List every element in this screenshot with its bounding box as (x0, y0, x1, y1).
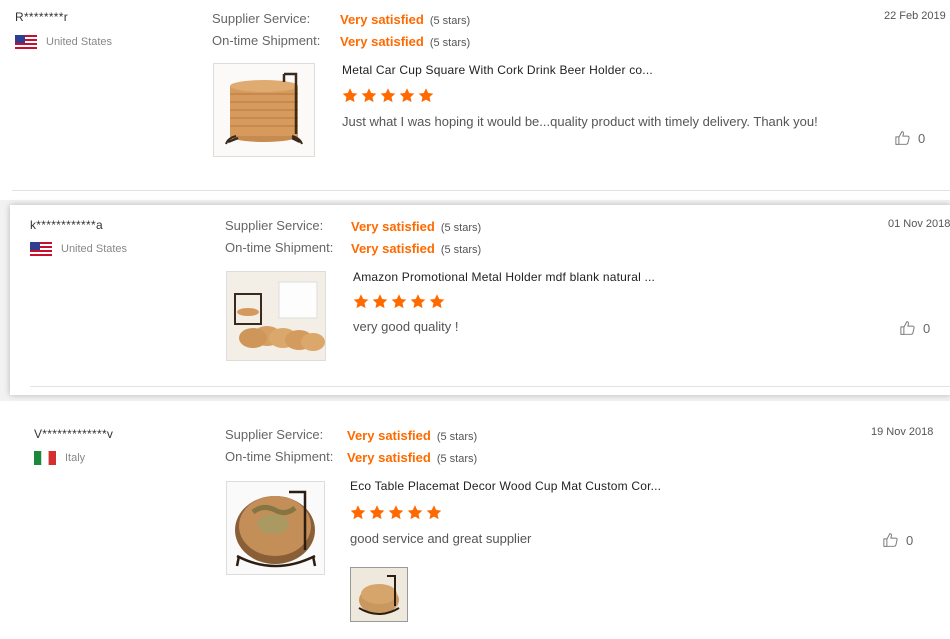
supplier-service-rating: Very satisfied (5 stars) (340, 11, 470, 29)
review-date: 22 Feb 2019 (884, 10, 946, 22)
product-title-link[interactable]: Amazon Promotional Metal Holder mdf blan… (353, 270, 655, 284)
review-card: k************a United States Supplier Se… (10, 205, 950, 395)
buyer-country: United States (15, 35, 112, 49)
star-icon (352, 293, 370, 310)
divider (12, 190, 950, 191)
supplier-rating-text: Very satisfied (351, 219, 435, 234)
star-icon (341, 87, 359, 104)
shipment-rating-text: Very satisfied (347, 450, 431, 465)
review-text: good service and great supplier (350, 531, 532, 546)
review-date: 19 Nov 2018 (871, 426, 934, 438)
ontime-shipment-label: On-time Shipment: (225, 449, 334, 464)
buyer-name: k************a (30, 218, 103, 232)
star-icon (368, 504, 386, 521)
like-button[interactable]: 0 (899, 319, 930, 337)
star-icon (390, 293, 408, 310)
supplier-service-label: Supplier Service: (225, 218, 324, 233)
shipment-stars-text: (5 stars) (436, 453, 478, 465)
review-text: very good quality ! (353, 319, 459, 334)
buyer-name: V*************v (34, 427, 114, 441)
review-text: Just what I was hoping it would be...qua… (342, 114, 818, 129)
supplier-stars-text: (5 stars) (440, 222, 482, 234)
star-icon (398, 87, 416, 104)
buyer-country: Italy (34, 451, 85, 465)
shipment-stars-text: (5 stars) (429, 37, 471, 49)
us-flag-icon (30, 242, 52, 256)
shipment-rating: Very satisfied (5 stars) (351, 240, 481, 258)
star-icon (360, 87, 378, 104)
country-label: Italy (65, 452, 86, 464)
like-count: 0 (906, 532, 914, 548)
country-label: United States (46, 36, 113, 48)
like-count: 0 (923, 320, 931, 336)
star-icon (387, 504, 405, 521)
star-icon (428, 293, 446, 310)
supplier-rating-text: Very satisfied (347, 428, 431, 443)
supplier-service-rating: Very satisfied (5 stars) (351, 218, 481, 236)
star-rating (349, 504, 443, 521)
star-icon (406, 504, 424, 521)
star-rating (341, 87, 435, 104)
supplier-service-rating: Very satisfied (5 stars) (347, 427, 477, 445)
star-icon (417, 87, 435, 104)
star-icon (425, 504, 443, 521)
product-title-link[interactable]: Metal Car Cup Square With Cork Drink Bee… (342, 63, 653, 77)
review-date: 01 Nov 2018 (888, 218, 950, 230)
like-button[interactable]: 0 (882, 531, 913, 549)
product-image[interactable] (226, 481, 325, 575)
like-count: 0 (918, 130, 926, 146)
thumbs-up-icon (899, 319, 917, 337)
product-image[interactable] (226, 271, 326, 361)
ontime-shipment-label: On-time Shipment: (225, 240, 334, 255)
shipment-stars-text: (5 stars) (440, 244, 482, 256)
thumbs-up-icon (882, 531, 900, 549)
buyer-name: R********r (15, 10, 69, 24)
divider (30, 386, 950, 387)
country-label: United States (61, 243, 128, 255)
star-icon (379, 87, 397, 104)
review-card: V*************v Italy Supplier Service: … (0, 401, 950, 639)
supplier-rating-text: Very satisfied (340, 12, 424, 27)
shipment-rating: Very satisfied (5 stars) (347, 449, 477, 467)
supplier-stars-text: (5 stars) (429, 15, 471, 27)
star-icon (371, 293, 389, 310)
star-rating (352, 293, 446, 310)
supplier-service-label: Supplier Service: (212, 11, 311, 26)
star-icon (409, 293, 427, 310)
product-title-link[interactable]: Eco Table Placemat Decor Wood Cup Mat Cu… (350, 479, 661, 493)
ontime-shipment-label: On-time Shipment: (212, 33, 321, 48)
us-flag-icon (15, 35, 37, 49)
supplier-service-label: Supplier Service: (225, 427, 324, 442)
italy-flag-icon (34, 451, 56, 465)
shipment-rating: Very satisfied (5 stars) (340, 33, 470, 51)
review-photo-thumbnail[interactable] (350, 567, 408, 622)
supplier-stars-text: (5 stars) (436, 431, 478, 443)
star-icon (349, 504, 367, 521)
buyer-country: United States (30, 242, 127, 256)
shipment-rating-text: Very satisfied (351, 241, 435, 256)
shipment-rating-text: Very satisfied (340, 34, 424, 49)
thumbs-up-icon (894, 129, 912, 147)
review-card: R********r United States Supplier Servic… (0, 0, 950, 200)
product-image[interactable] (213, 63, 315, 157)
like-button[interactable]: 0 (894, 129, 925, 147)
